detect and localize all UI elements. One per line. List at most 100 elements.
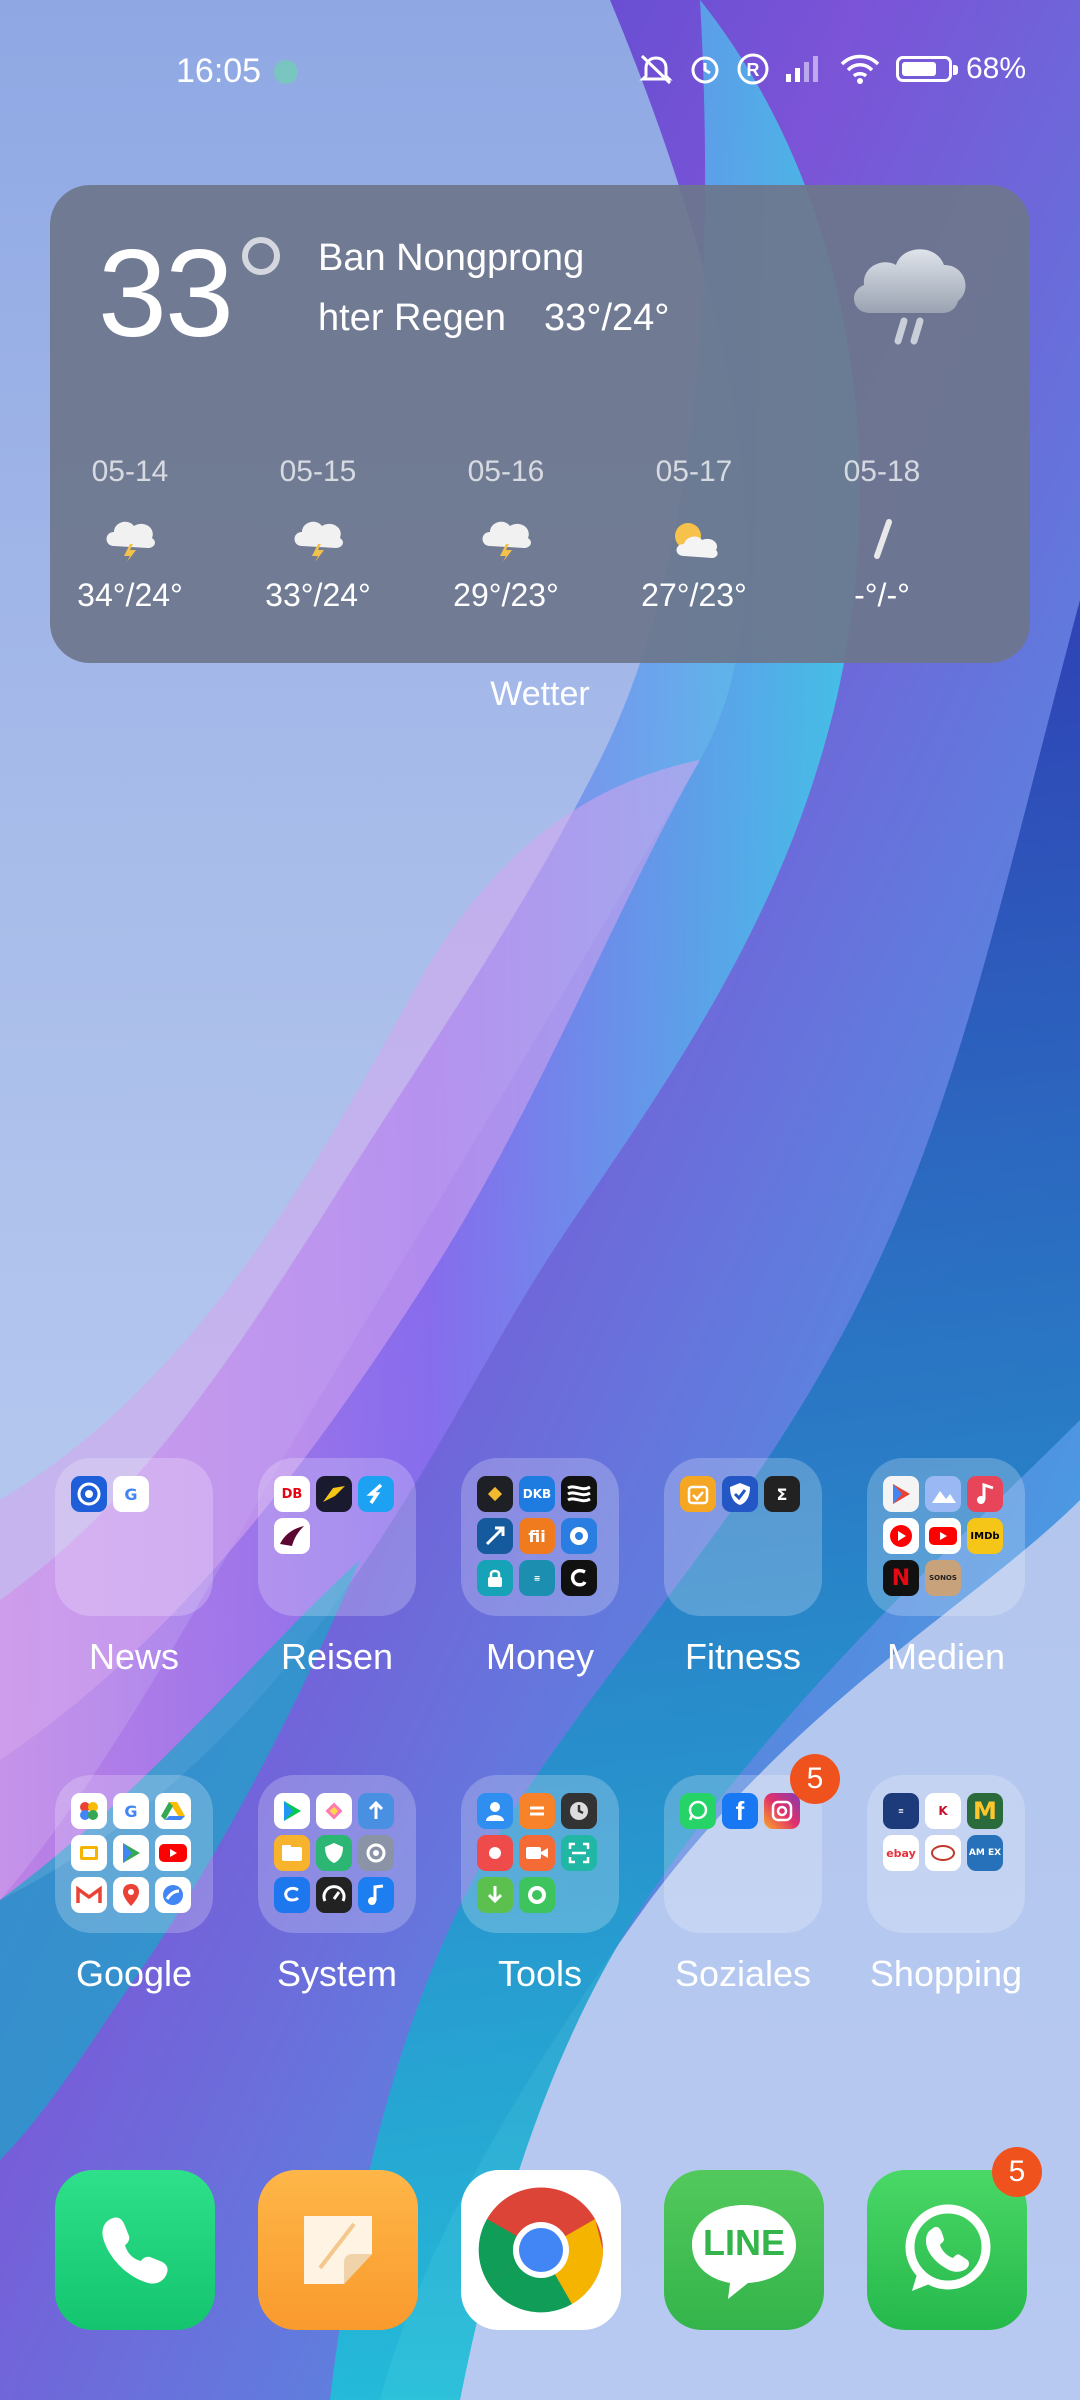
current-temperature: 33 [98,225,234,363]
news-app-icon [71,1476,107,1512]
folder-reisen[interactable]: DB Reisen [258,1458,418,1678]
chrome-icon [478,2187,604,2313]
check24-icon: ≡ [883,1793,919,1829]
folder-label: Medien [886,1636,1006,1677]
booking-app-icon [358,1476,394,1512]
speedtest-icon [316,1877,352,1913]
wifi-icon [840,54,880,84]
folder-label: Soziales [674,1953,812,1994]
folder-preview: IMDb N SONOS [883,1476,1003,1596]
notification-badge: 5 [790,1754,840,1804]
google-drive-icon [155,1793,191,1829]
folder-google[interactable]: G Google [55,1775,215,1995]
google-slides-icon [71,1835,107,1871]
forecast-temp: 33°/24° [265,577,371,613]
weather-widget[interactable]: 33 Ban Nongprong hter Regen 33°/24° 05-1… [50,185,1030,663]
forecast-temp: 29°/23° [453,577,559,613]
facebook-icon: f [722,1793,758,1829]
folder-preview [477,1793,597,1913]
folder-preview: G [71,1476,191,1512]
google-photos-icon [71,1793,107,1829]
alarm-icon [691,56,719,84]
line-app[interactable]: LINE [664,2170,824,2330]
binance-icon [477,1476,513,1512]
wallet-app-icon [561,1518,597,1554]
folder-label: Google [75,1953,193,1994]
folder-box: DB [258,1458,416,1616]
update-icon [358,1793,394,1829]
youtube-icon [155,1835,191,1871]
notes-icon [304,2216,372,2284]
folder-soziales[interactable]: f Soziales [664,1775,824,1995]
folder-system[interactable]: System [258,1775,418,1995]
contacts-icon [477,1793,513,1829]
gmail-icon [71,1877,107,1913]
phone-app[interactable] [55,2170,215,2330]
mi-remote-icon [274,1877,310,1913]
forecast-date: 05-18 [843,455,921,488]
forecast-temp: -°/-° [854,577,910,613]
forecast-date: 05-16 [467,455,545,488]
google-play-icon [113,1835,149,1871]
recorder-icon [477,1835,513,1871]
sonos-text: SONOS [929,1574,957,1582]
status-bar: 16:05 R 68% [0,0,1080,150]
ebay-text: ebay [886,1846,916,1860]
settings-icon [358,1835,394,1871]
sigma-icon: Σ [764,1476,800,1512]
gallery-icon [925,1476,961,1512]
music-player-icon [358,1877,394,1913]
google-icon: G [113,1793,149,1829]
notification-badge: 5 [992,2147,1042,2197]
folder-fitness[interactable]: Σ Fitness [664,1458,824,1678]
whatsapp-app[interactable] [867,2170,1027,2330]
google-g-text: G [124,1801,138,1821]
battery-percent: 68% [965,52,1026,85]
whatsapp-notification-icon [274,60,298,84]
folder-label: Money [485,1636,595,1677]
google-one-icon [155,1877,191,1913]
folder-money[interactable]: DKB fii ≡ Money [461,1458,621,1678]
notes-app[interactable] [258,2170,418,2330]
folder-preview: G [71,1793,191,1913]
google-icon: G [113,1476,149,1512]
calendar-check-icon [680,1476,716,1512]
mute-icon [639,54,673,85]
folder-box: ≡ K M ebay AM EX [867,1775,1025,1933]
netflix-icon: N [883,1560,919,1596]
shield-check-icon [722,1476,758,1512]
play-movies-icon [883,1476,919,1512]
sigma-text: Σ [776,1484,788,1504]
curve-icon [561,1560,597,1596]
folder-preview: DB [274,1476,394,1554]
folder-tools[interactable]: Tools [461,1775,621,1995]
folder-news[interactable]: G News [55,1458,215,1678]
whatsapp-icon [680,1793,716,1829]
download-icon [477,1877,513,1913]
phone-icon [102,2217,168,2284]
file-manager-icon [274,1835,310,1871]
folder-preview [274,1793,394,1913]
themes-icon [316,1793,352,1829]
youtube-icon [925,1518,961,1554]
folder-label: News [88,1636,180,1677]
folder-box [461,1775,619,1933]
partly-cloudy-icon [675,523,718,558]
bank-app-icon [561,1476,597,1512]
calculator-icon [519,1793,555,1829]
forecast-day: 05-17 27°/23° [614,455,774,614]
db-text: DB [281,1486,303,1502]
imdb-text: IMDb [970,1530,1000,1542]
folder-medien[interactable]: IMDb N SONOS Medien [867,1458,1027,1678]
kfc-icon: K [925,1793,961,1829]
folder-shopping[interactable]: ≡ K M ebay AM EX Shopping [867,1775,1027,1995]
thunder-icon [482,521,531,562]
thunder-icon [106,521,155,562]
chrome-app[interactable] [461,2170,621,2330]
security-icon [316,1835,352,1871]
folder-preview: f [680,1793,800,1829]
weather-widget-label: Wetter [490,675,590,713]
folder-box: G [55,1775,213,1933]
folder-label: System [276,1953,398,1994]
scanner-icon [561,1835,597,1871]
